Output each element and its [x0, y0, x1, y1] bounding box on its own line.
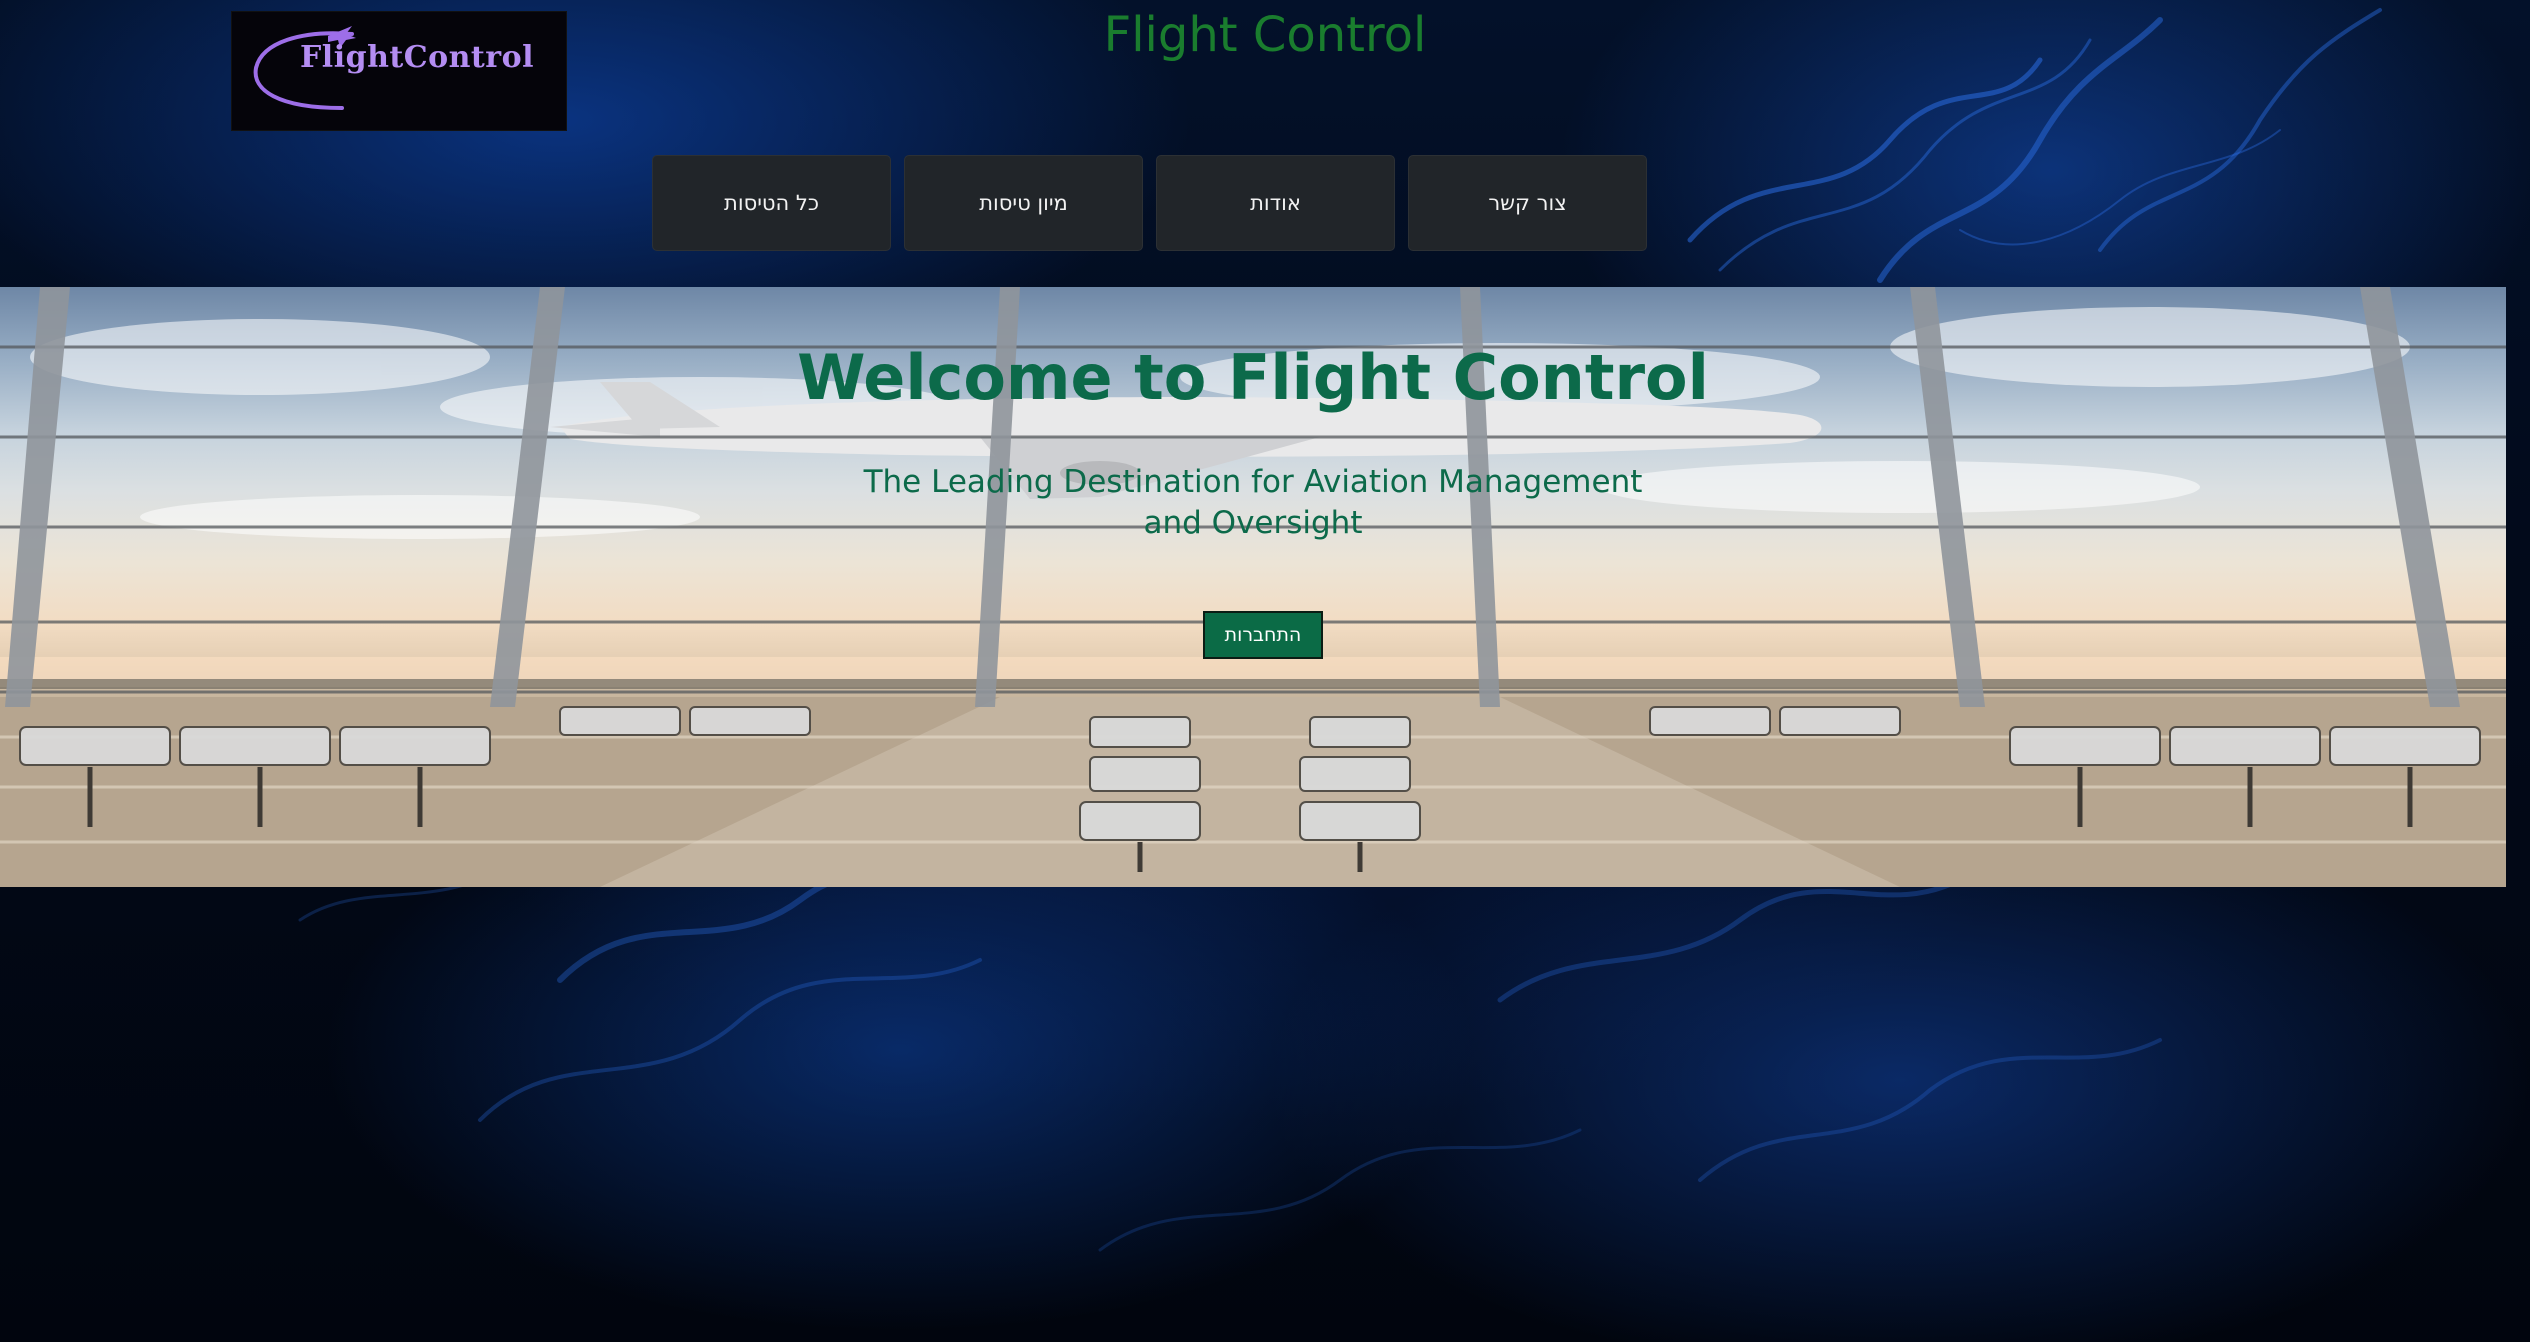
main-nav: צור קשר אודות מיון טיסות כל הטיסות: [651, 155, 1647, 251]
nav-contact-button[interactable]: צור קשר: [1408, 155, 1647, 251]
nav-all-flights-button[interactable]: כל הטיסות: [652, 155, 891, 251]
hero-title: Welcome to Flight Control: [797, 341, 1709, 414]
nav-about-button[interactable]: אודות: [1156, 155, 1395, 251]
site-title: Flight Control: [1103, 7, 1427, 63]
hero-subtitle: The Leading Destination for Aviation Man…: [863, 464, 1643, 541]
nav-sort-flights-button[interactable]: מיון טיסות: [904, 155, 1143, 251]
login-button[interactable]: התחברות: [1203, 611, 1323, 659]
hero-banner: Welcome to Flight Control The Leading De…: [0, 287, 2506, 887]
